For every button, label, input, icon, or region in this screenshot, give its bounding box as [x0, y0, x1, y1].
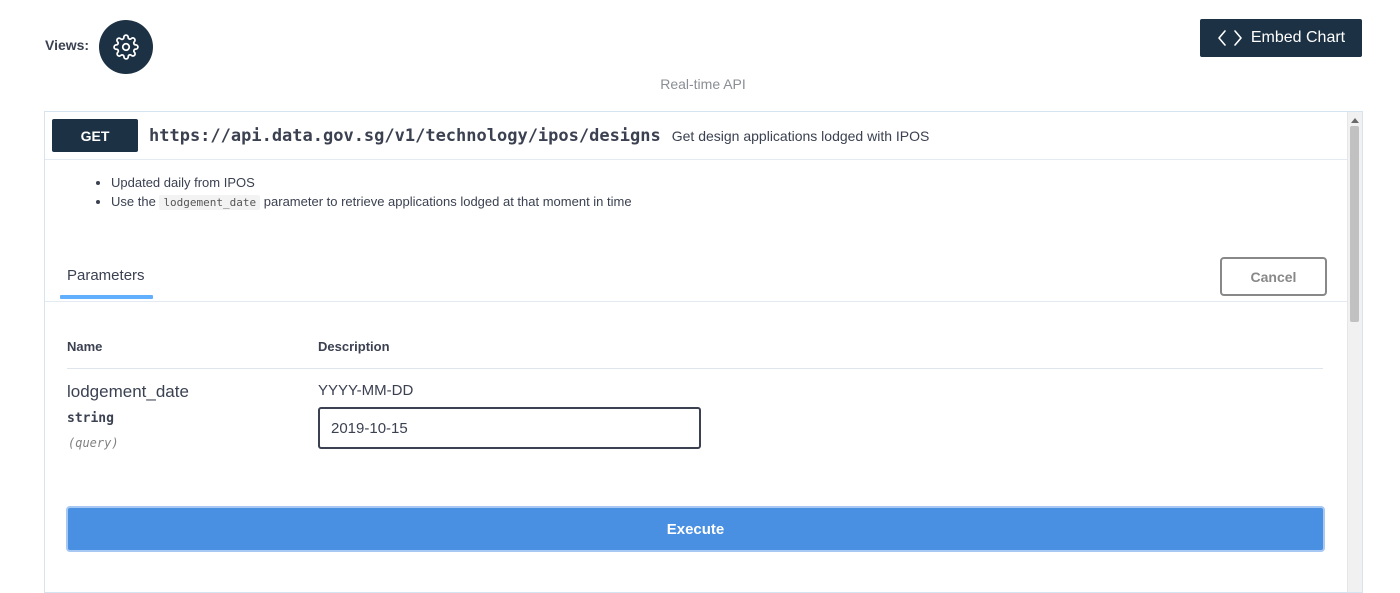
table-divider [67, 368, 1323, 369]
views-label: Views: [45, 37, 90, 53]
api-operation-panel: GET https://api.data.gov.sg/v1/technolog… [44, 111, 1363, 593]
description-item: Use the lodgement_date parameter to retr… [111, 195, 632, 210]
column-header-name: Name [67, 339, 103, 354]
description-item: Updated daily from IPOS [111, 176, 632, 190]
cancel-button[interactable]: Cancel [1220, 257, 1327, 296]
param-location: (query) [68, 436, 119, 450]
gear-icon [113, 34, 139, 60]
lodgement-date-input[interactable] [318, 407, 701, 449]
embed-chart-label: Embed Chart [1250, 29, 1346, 46]
tab-parameters[interactable]: Parameters [67, 267, 145, 284]
param-format: YYYY-MM-DD [318, 382, 414, 399]
scrollbar-thumb[interactable] [1350, 126, 1359, 322]
operation-header[interactable]: GET https://api.data.gov.sg/v1/technolog… [45, 112, 1347, 160]
execute-button[interactable]: Execute [66, 506, 1325, 552]
section-caption: Real-time API [660, 76, 746, 92]
code-icon [1217, 29, 1243, 47]
operation-description: Updated daily from IPOS Use the lodgemen… [95, 176, 632, 215]
param-name: lodgement_date [67, 382, 189, 401]
operation-summary: Get design applications lodged with IPOS [671, 127, 930, 144]
scroll-up-arrow-icon[interactable] [1351, 118, 1359, 123]
views-settings-button[interactable] [99, 20, 153, 74]
tab-active-underline [60, 295, 153, 299]
inline-code: lodgement_date [159, 195, 261, 210]
param-type: string [67, 411, 114, 426]
tab-divider [45, 301, 1347, 302]
scrollbar[interactable] [1347, 112, 1362, 592]
column-header-description: Description [318, 339, 390, 354]
operation-path: https://api.data.gov.sg/v1/technology/ip… [149, 125, 661, 146]
method-badge: GET [52, 119, 138, 152]
embed-chart-button[interactable]: Embed Chart [1200, 19, 1362, 57]
